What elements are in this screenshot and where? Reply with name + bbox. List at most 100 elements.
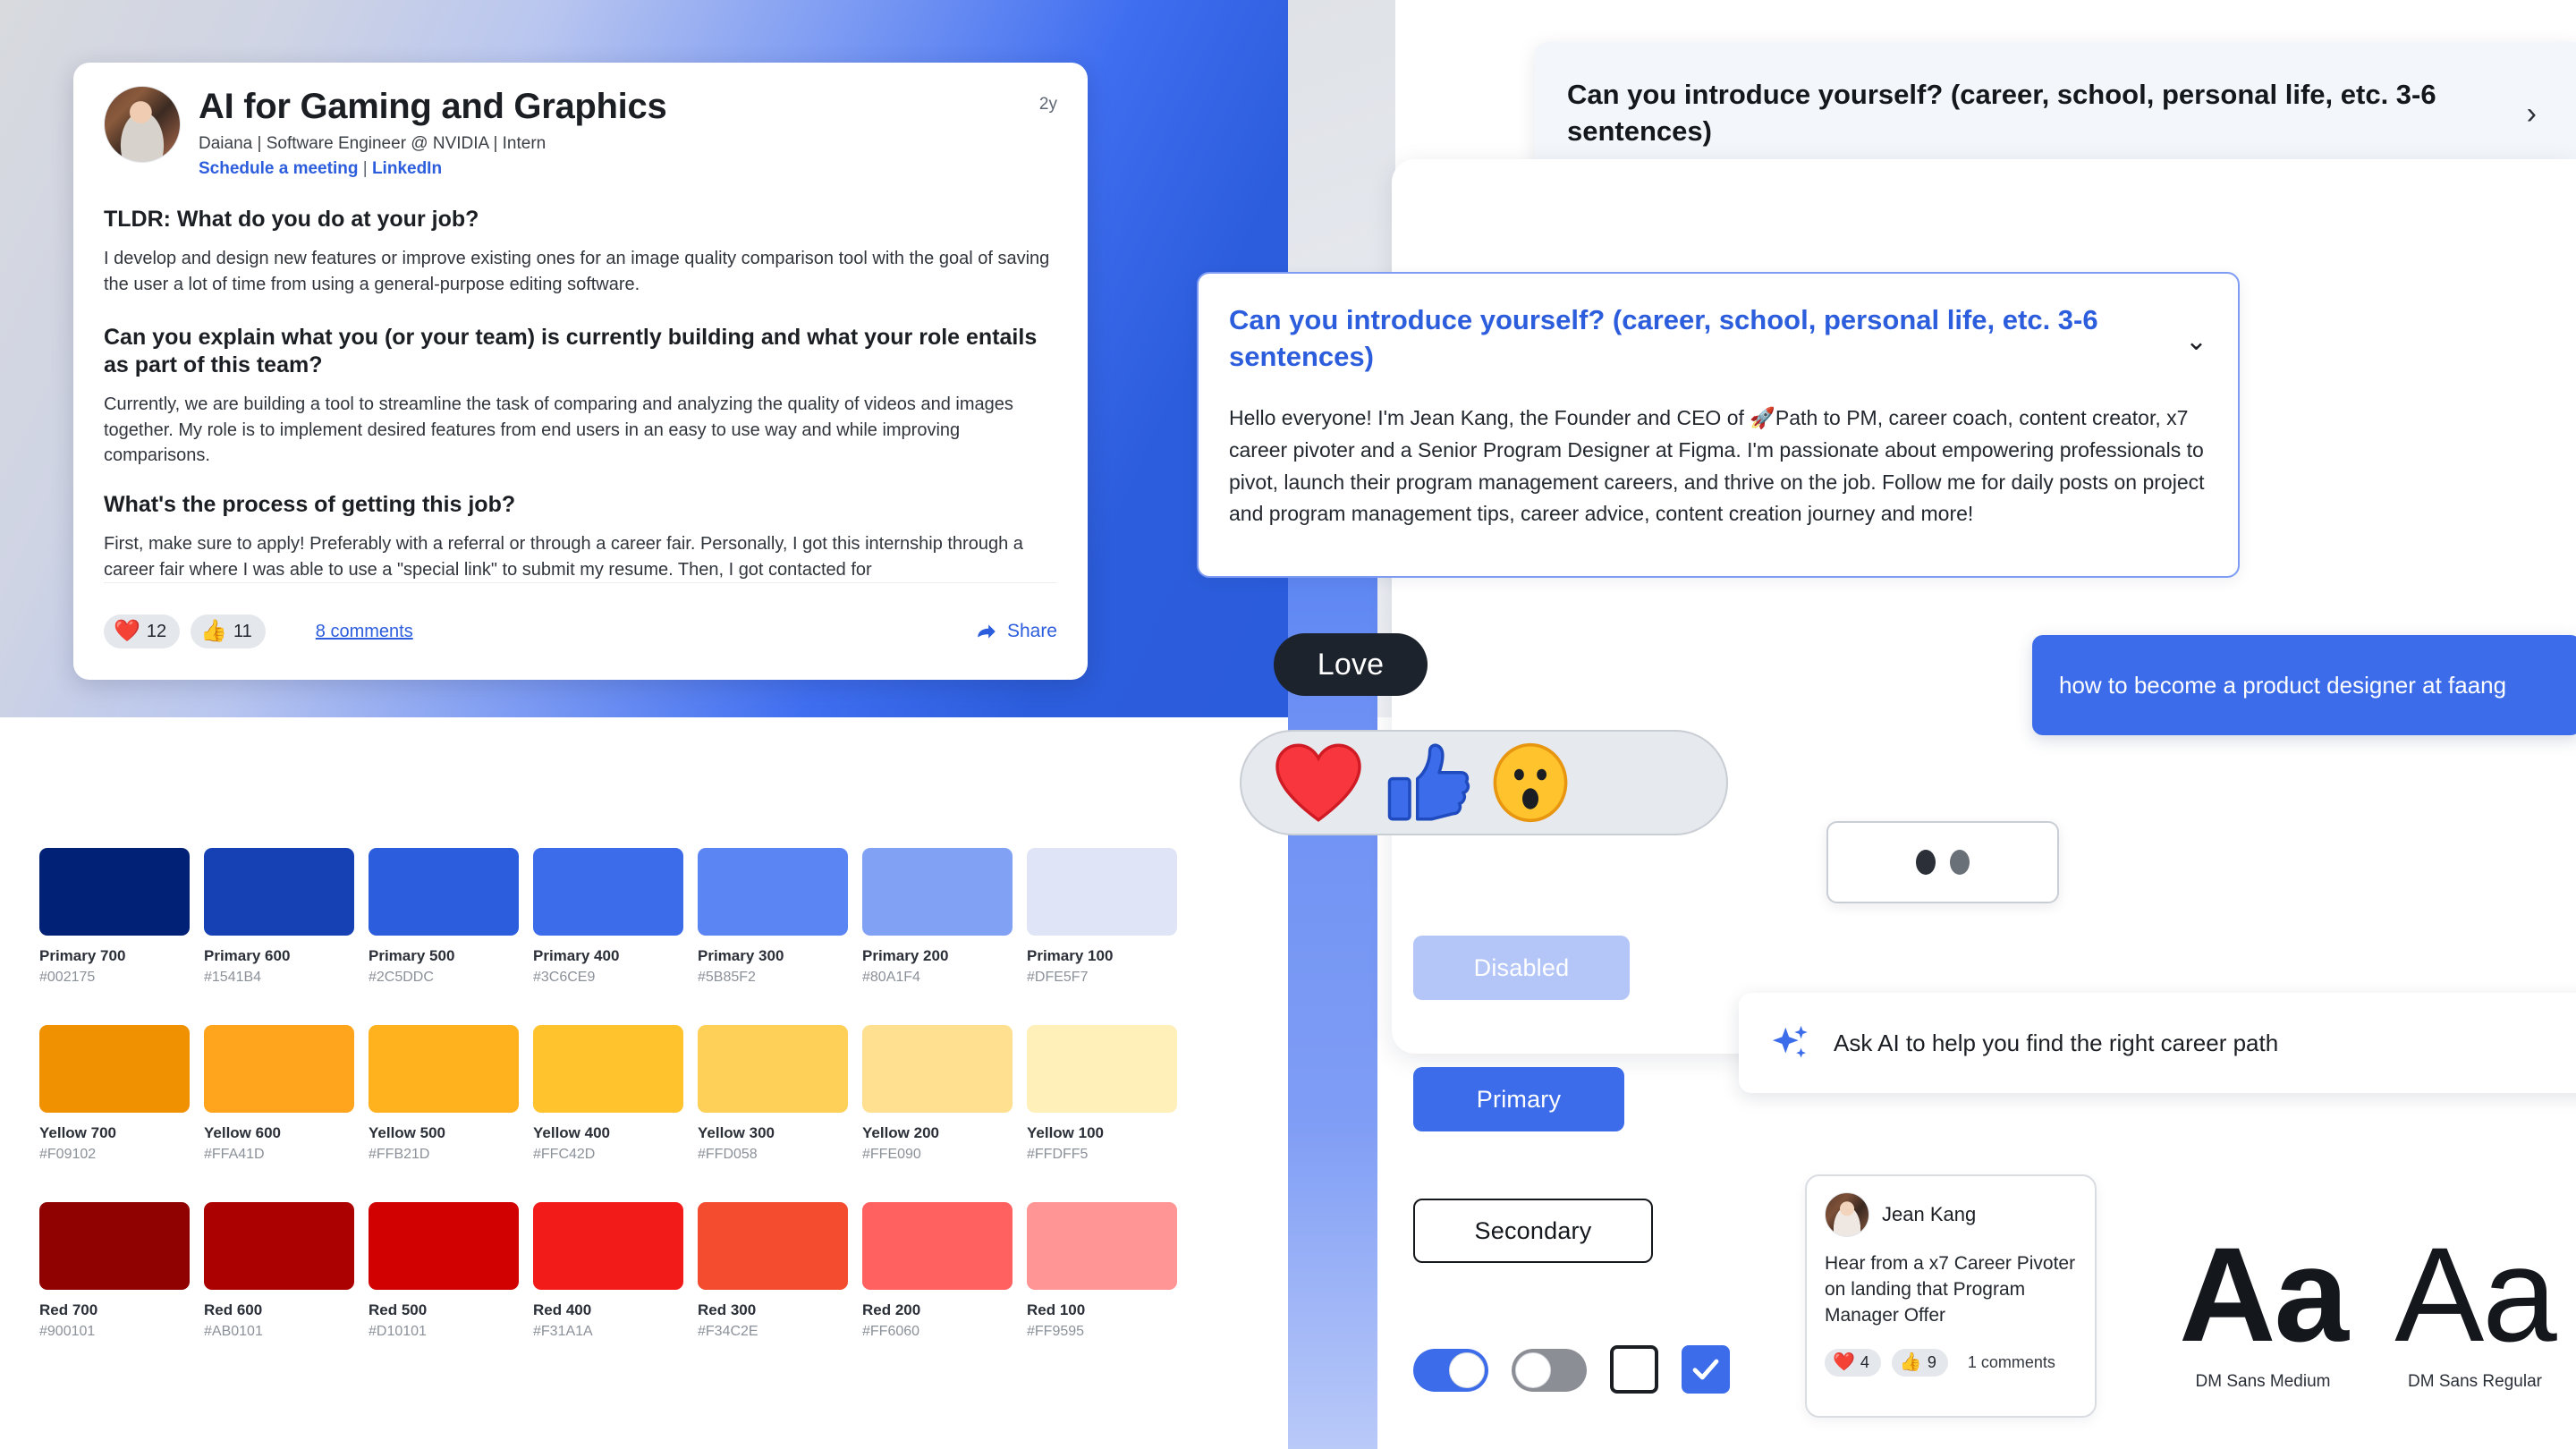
thumbs-up-icon: 👍 [200, 619, 228, 644]
swatch: Primary 600 #1541B4 [204, 848, 354, 986]
swatch-name: Yellow 600 [204, 1124, 281, 1141]
swatch-name: Primary 500 [369, 947, 455, 964]
chevron-down-icon[interactable]: ⌄ [2185, 326, 2207, 357]
swatch: Yellow 600 #FFA41D [204, 1025, 354, 1163]
linkedin-link[interactable]: LinkedIn [372, 159, 442, 178]
reaction-picker-bar[interactable] [1240, 730, 1728, 835]
reaction-like-count: 11 [233, 621, 252, 641]
share-button[interactable]: Share [975, 620, 1057, 643]
swatch-name: Yellow 300 [698, 1124, 775, 1141]
avatar [104, 86, 181, 163]
mini-post-card[interactable]: Jean Kang Hear from a x7 Career Pivoter … [1805, 1174, 2097, 1418]
swatch: Red 300 #F34C2E [698, 1202, 848, 1340]
swatch: Primary 400 #3C6CE9 [533, 848, 683, 986]
swatch: Red 500 #D10101 [369, 1202, 519, 1340]
question-accordion-expanded[interactable]: Can you introduce yourself? (career, sch… [1197, 272, 2240, 578]
mini-comments-label[interactable]: 1 comments [1968, 1353, 2055, 1372]
swatch-name: Primary 100 [1027, 947, 1114, 964]
avatar [1825, 1192, 1869, 1237]
swatch-name: Red 100 [1027, 1301, 1086, 1318]
type-label: DM Sans Regular [2408, 1372, 2542, 1391]
post-age: 2y [1038, 95, 1057, 114]
swatch-hex: #F34C2E [698, 1324, 758, 1339]
swatch: Primary 100 #DFE5F7 [1027, 848, 1177, 986]
mini-reaction-love-pill[interactable]: ❤️ 4 [1825, 1348, 1881, 1377]
swatch-name: Primary 200 [862, 947, 949, 964]
swatch: Primary 700 #002175 [39, 848, 190, 986]
swatch-chip [369, 1025, 519, 1113]
swatch-hex: #002175 [39, 970, 96, 985]
checkbox-checked[interactable] [1682, 1345, 1730, 1394]
swatch-hex: #1541B4 [204, 970, 262, 985]
search-query-text: how to become a product designer at faan… [2059, 671, 2507, 699]
mini-love-count: 4 [1860, 1352, 1869, 1371]
swatch: Yellow 500 #FFB21D [369, 1025, 519, 1163]
swatch: Yellow 700 #F09102 [39, 1025, 190, 1163]
swatch-hex: #FFA41D [204, 1147, 265, 1162]
reaction-counts: ❤️ 12 👍 11 [104, 614, 266, 649]
swatch-hex: #FFE090 [862, 1147, 921, 1162]
swatch-chip [1027, 1202, 1177, 1290]
post-question-1: TLDR: What do you do at your job? [104, 207, 479, 233]
swatch-chip [39, 1025, 190, 1113]
checkbox-unchecked[interactable] [1610, 1345, 1658, 1394]
swatch-name: Primary 400 [533, 947, 620, 964]
ask-ai-bar[interactable]: Ask AI to help you find the right career… [1739, 993, 2576, 1093]
swatch-chip [862, 1202, 1013, 1290]
swatch: Red 100 #FF9595 [1027, 1202, 1177, 1340]
swatch-hex: #5B85F2 [698, 970, 756, 985]
swatch-name: Red 200 [862, 1301, 921, 1318]
type-label: DM Sans Medium [2195, 1372, 2331, 1391]
schedule-meeting-link[interactable]: Schedule a meeting [199, 159, 358, 178]
mini-post-header: Jean Kang [1825, 1192, 2077, 1237]
post-question-2: Can you explain what you (or your team) … [104, 325, 1038, 378]
wow-reaction-icon[interactable] [1490, 742, 1571, 823]
reaction-like-pill[interactable]: 👍 11 [191, 614, 266, 649]
swatch: Yellow 100 #FFDFF5 [1027, 1025, 1177, 1163]
post-card: AI for Gaming and Graphics Daiana | Soft… [73, 63, 1088, 680]
swatch-chip [533, 1025, 683, 1113]
disabled-button: Disabled [1413, 936, 1630, 1000]
mini-reaction-like-pill[interactable]: 👍 9 [1891, 1348, 1948, 1377]
search-query-chip[interactable]: how to become a product designer at faan… [2032, 635, 2576, 735]
swatch-name: Primary 600 [204, 947, 291, 964]
post-footer: ❤️ 12 👍 11 8 comments Share [104, 582, 1057, 680]
palette-row-yellow: Yellow 700 #F09102 Yellow 600 #FFA41D Yell… [39, 1025, 1177, 1163]
swatch-hex: #FFB21D [369, 1147, 430, 1162]
thumbs-up-reaction-icon[interactable] [1385, 741, 1470, 824]
reaction-tooltip-label: Love [1317, 647, 1385, 682]
chevron-right-icon[interactable]: › [2527, 97, 2537, 131]
comments-link[interactable]: 8 comments [316, 622, 413, 642]
secondary-button[interactable]: Secondary [1413, 1199, 1653, 1263]
swatch-hex: #FFD058 [698, 1147, 758, 1162]
swatch-hex: #D10101 [369, 1324, 427, 1339]
toggle-off[interactable] [1512, 1349, 1587, 1392]
thumbs-up-icon: 👍 [1899, 1352, 1922, 1373]
heart-reaction-icon[interactable] [1272, 741, 1365, 824]
typing-dot [1950, 850, 1970, 875]
type-specimen-medium: Aa DM Sans Medium [2156, 1219, 2370, 1392]
typing-dot [1916, 850, 1936, 875]
swatch-hex: #F09102 [39, 1147, 97, 1162]
swatch-chip [862, 848, 1013, 936]
swatch-name: Red 500 [369, 1301, 428, 1318]
page-title: AI for Gaming and Graphics [199, 87, 667, 126]
reaction-love-count: 12 [146, 621, 167, 641]
type-sample: Aa [2179, 1219, 2349, 1369]
swatch-chip [39, 848, 190, 936]
check-icon [1692, 1359, 1719, 1380]
mini-post-author: Jean Kang [1882, 1203, 1977, 1225]
swatch-chip [39, 1202, 190, 1290]
swatch-hex: #F31A1A [533, 1324, 593, 1339]
primary-button[interactable]: Primary [1413, 1067, 1624, 1131]
post-links: Schedule a meeting | LinkedIn [199, 159, 666, 179]
post-answer-3: First, make sure to apply! Preferably wi… [104, 534, 1023, 580]
swatch: Red 400 #F31A1A [533, 1202, 683, 1340]
share-label: Share [1006, 621, 1057, 642]
toggle-on[interactable] [1413, 1349, 1488, 1392]
toggle-knob [1515, 1352, 1551, 1388]
type-specimen-regular: Aa DM Sans Regular [2372, 1227, 2576, 1392]
swatch: Yellow 400 #FFC42D [533, 1025, 683, 1163]
post-header: AI for Gaming and Graphics Daiana | Soft… [104, 86, 1057, 179]
reaction-love-pill[interactable]: ❤️ 12 [104, 614, 181, 649]
